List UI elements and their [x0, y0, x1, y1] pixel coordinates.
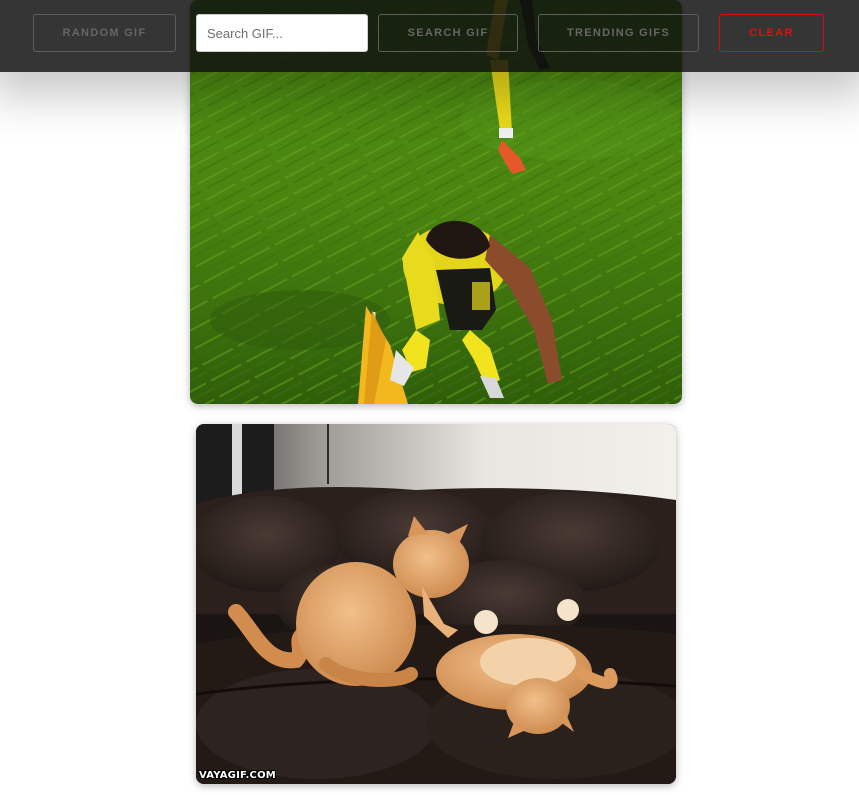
- cats-gif-image: [196, 424, 676, 784]
- cats-gif-card[interactable]: VAYAGIF.COM: [196, 424, 676, 784]
- gif-app-page: VAYAGIF.COM RANDOM GIF SEARCH GIF TRENDI…: [0, 0, 859, 795]
- trending-gifs-button[interactable]: TRENDING GIFS: [538, 14, 699, 52]
- search-gif-button[interactable]: SEARCH GIF: [378, 14, 518, 52]
- toolbar: RANDOM GIF SEARCH GIF TRENDING GIFS CLEA…: [0, 0, 859, 72]
- clear-button[interactable]: CLEAR: [719, 14, 824, 52]
- random-gif-button[interactable]: RANDOM GIF: [33, 14, 176, 52]
- search-input[interactable]: [196, 14, 368, 52]
- gif-watermark: VAYAGIF.COM: [199, 770, 276, 781]
